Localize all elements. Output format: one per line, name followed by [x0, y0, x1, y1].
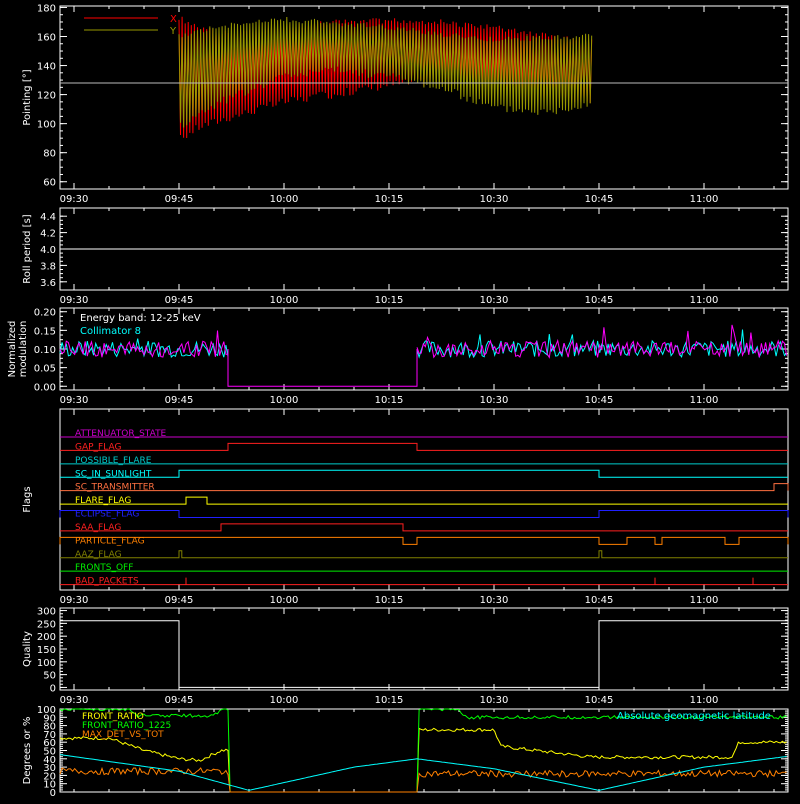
- panel-3-xtick-label: 09:30: [60, 395, 89, 406]
- panel-5-xtick-label: 11:00: [690, 695, 719, 706]
- panel-4-ylabel: Flags: [22, 486, 33, 512]
- panel-3-ytick-label: 0.05: [34, 364, 56, 375]
- panel-1-ytick-label: 140: [37, 62, 56, 73]
- panel-2-ytick-label: 4.2: [40, 229, 56, 240]
- legend-geomagnetic-latitude: Absolute geomagnetic latitude: [617, 711, 771, 722]
- panel-4-xtick-label: 10:00: [270, 595, 299, 606]
- panel-5-xtick-label: 10:15: [375, 695, 404, 706]
- panel-3-xtick-label: 11:00: [690, 395, 719, 406]
- chart-figure: 09:30 09:45 10:00 10:15 10:30 10:45 11:00 60 80 1…: [0, 0, 800, 800]
- panel-1-ytick-label: 100: [37, 120, 56, 131]
- panel-5-ytick-label: 100: [37, 658, 56, 669]
- panel-5-ytick-label: 250: [37, 619, 56, 630]
- panel-5-xtick-label: 10:45: [585, 695, 614, 706]
- panel-5-ytick-label: 200: [37, 632, 56, 643]
- panel-2-ytick-label: 3.6: [40, 278, 56, 289]
- panel-2-ylabel: Roll period [s]: [22, 214, 33, 283]
- legend-label-y: Y: [169, 26, 177, 37]
- collimator-label: Collimator 8: [80, 326, 141, 337]
- panel-2-ytick-label: 4.4: [40, 212, 56, 223]
- energy-band-label: Energy band: 12-25 keV: [80, 313, 201, 324]
- panel-6-ytick-label: 100: [37, 705, 56, 716]
- panel-3-xtick-label: 10:30: [480, 395, 509, 406]
- panel-3-ytick-label: 0.10: [34, 345, 56, 356]
- panel-3-xtick-label: 09:45: [165, 395, 194, 406]
- panel-4-xtick-label: 10:45: [585, 595, 614, 606]
- panel-1-ylabel: Pointing [°]: [22, 69, 33, 125]
- panel-1-ytick-label: 80: [43, 149, 56, 160]
- panel-2-xtick-label: 10:30: [480, 295, 509, 306]
- panel-5-xtick-label: 10:00: [270, 695, 299, 706]
- panel-3-ytick-label: 0.20: [34, 308, 56, 319]
- legend-max-det-vs-tot: MAX_DET_VS_TOT: [82, 730, 164, 740]
- panel-6-ylabel: Degrees or %: [22, 717, 33, 785]
- panel-1-xtick-label: 10:45: [585, 194, 614, 205]
- panel-2-xtick-label: 10:15: [375, 295, 404, 306]
- panel-2-ytick-label: 4.0: [40, 245, 56, 256]
- panel-4-xtick-label: 09:45: [165, 595, 194, 606]
- panel-1-xtick-label: 10:30: [480, 194, 509, 205]
- figure-svg: 09:30 09:45 10:00 10:15 10:30 10:45 11:00 60 80 1…: [0, 0, 800, 800]
- panel-1-xtick-label: 11:00: [690, 194, 719, 205]
- panel-1-xtick-label: 10:00: [270, 194, 299, 205]
- panel-5-ytick-label: 300: [37, 607, 56, 618]
- panel-4-xtick-label: 10:30: [480, 595, 509, 606]
- panel-5-ytick-label: 150: [37, 645, 56, 656]
- panel-5-xtick-label: 09:30: [60, 695, 89, 706]
- panel-1-ytick-label: 60: [43, 178, 56, 189]
- panel-1-xtick-label: 09:30: [60, 194, 89, 205]
- panel-4-xtick-label: 10:15: [375, 595, 404, 606]
- panel-2-xtick-label: 10:00: [270, 295, 299, 306]
- panel-5-ytick-label: 0: [50, 683, 56, 694]
- legend-label-x: X: [170, 14, 177, 25]
- panel-5-ytick-label: 50: [43, 671, 56, 682]
- panel-4-xtick-label: 11:00: [690, 595, 719, 606]
- panel-3-xtick-label: 10:15: [375, 395, 404, 406]
- panel-2-xtick-label: 10:45: [585, 295, 614, 306]
- panel-2-xtick-label: 09:45: [165, 295, 194, 306]
- panel-5-xtick-label: 10:30: [480, 695, 509, 706]
- panel-2-ytick-label: 3.8: [40, 261, 56, 272]
- panel-1-xtick-label: 09:45: [165, 194, 194, 205]
- panel-2-xtick-label: 11:00: [690, 295, 719, 306]
- panel-3-ytick-label: 0.15: [34, 326, 56, 337]
- panel-3-ylabel-line: Normalized: [7, 321, 18, 378]
- panel-5-ylabel: Quality: [22, 631, 33, 667]
- panel-1-ytick-label: 120: [37, 91, 56, 102]
- panel-3-xtick-label: 10:00: [270, 395, 299, 406]
- panel-4-xtick-label: 09:30: [60, 595, 89, 606]
- panel-1-ytick-label: 160: [37, 33, 56, 44]
- panel-3-ytick-label: 0.00: [34, 382, 56, 393]
- panel-3-xtick-label: 10:45: [585, 395, 614, 406]
- panel-3-ylabel-line: modulation: [18, 321, 29, 378]
- panel-1-ytick-label: 180: [37, 3, 56, 14]
- panel-2-xtick-label: 09:30: [60, 295, 89, 306]
- panel-1-xtick-label: 10:15: [375, 194, 404, 205]
- panel-3-ylabel: Normalized modulation: [7, 321, 29, 378]
- panel-5-xtick-label: 09:45: [165, 695, 194, 706]
